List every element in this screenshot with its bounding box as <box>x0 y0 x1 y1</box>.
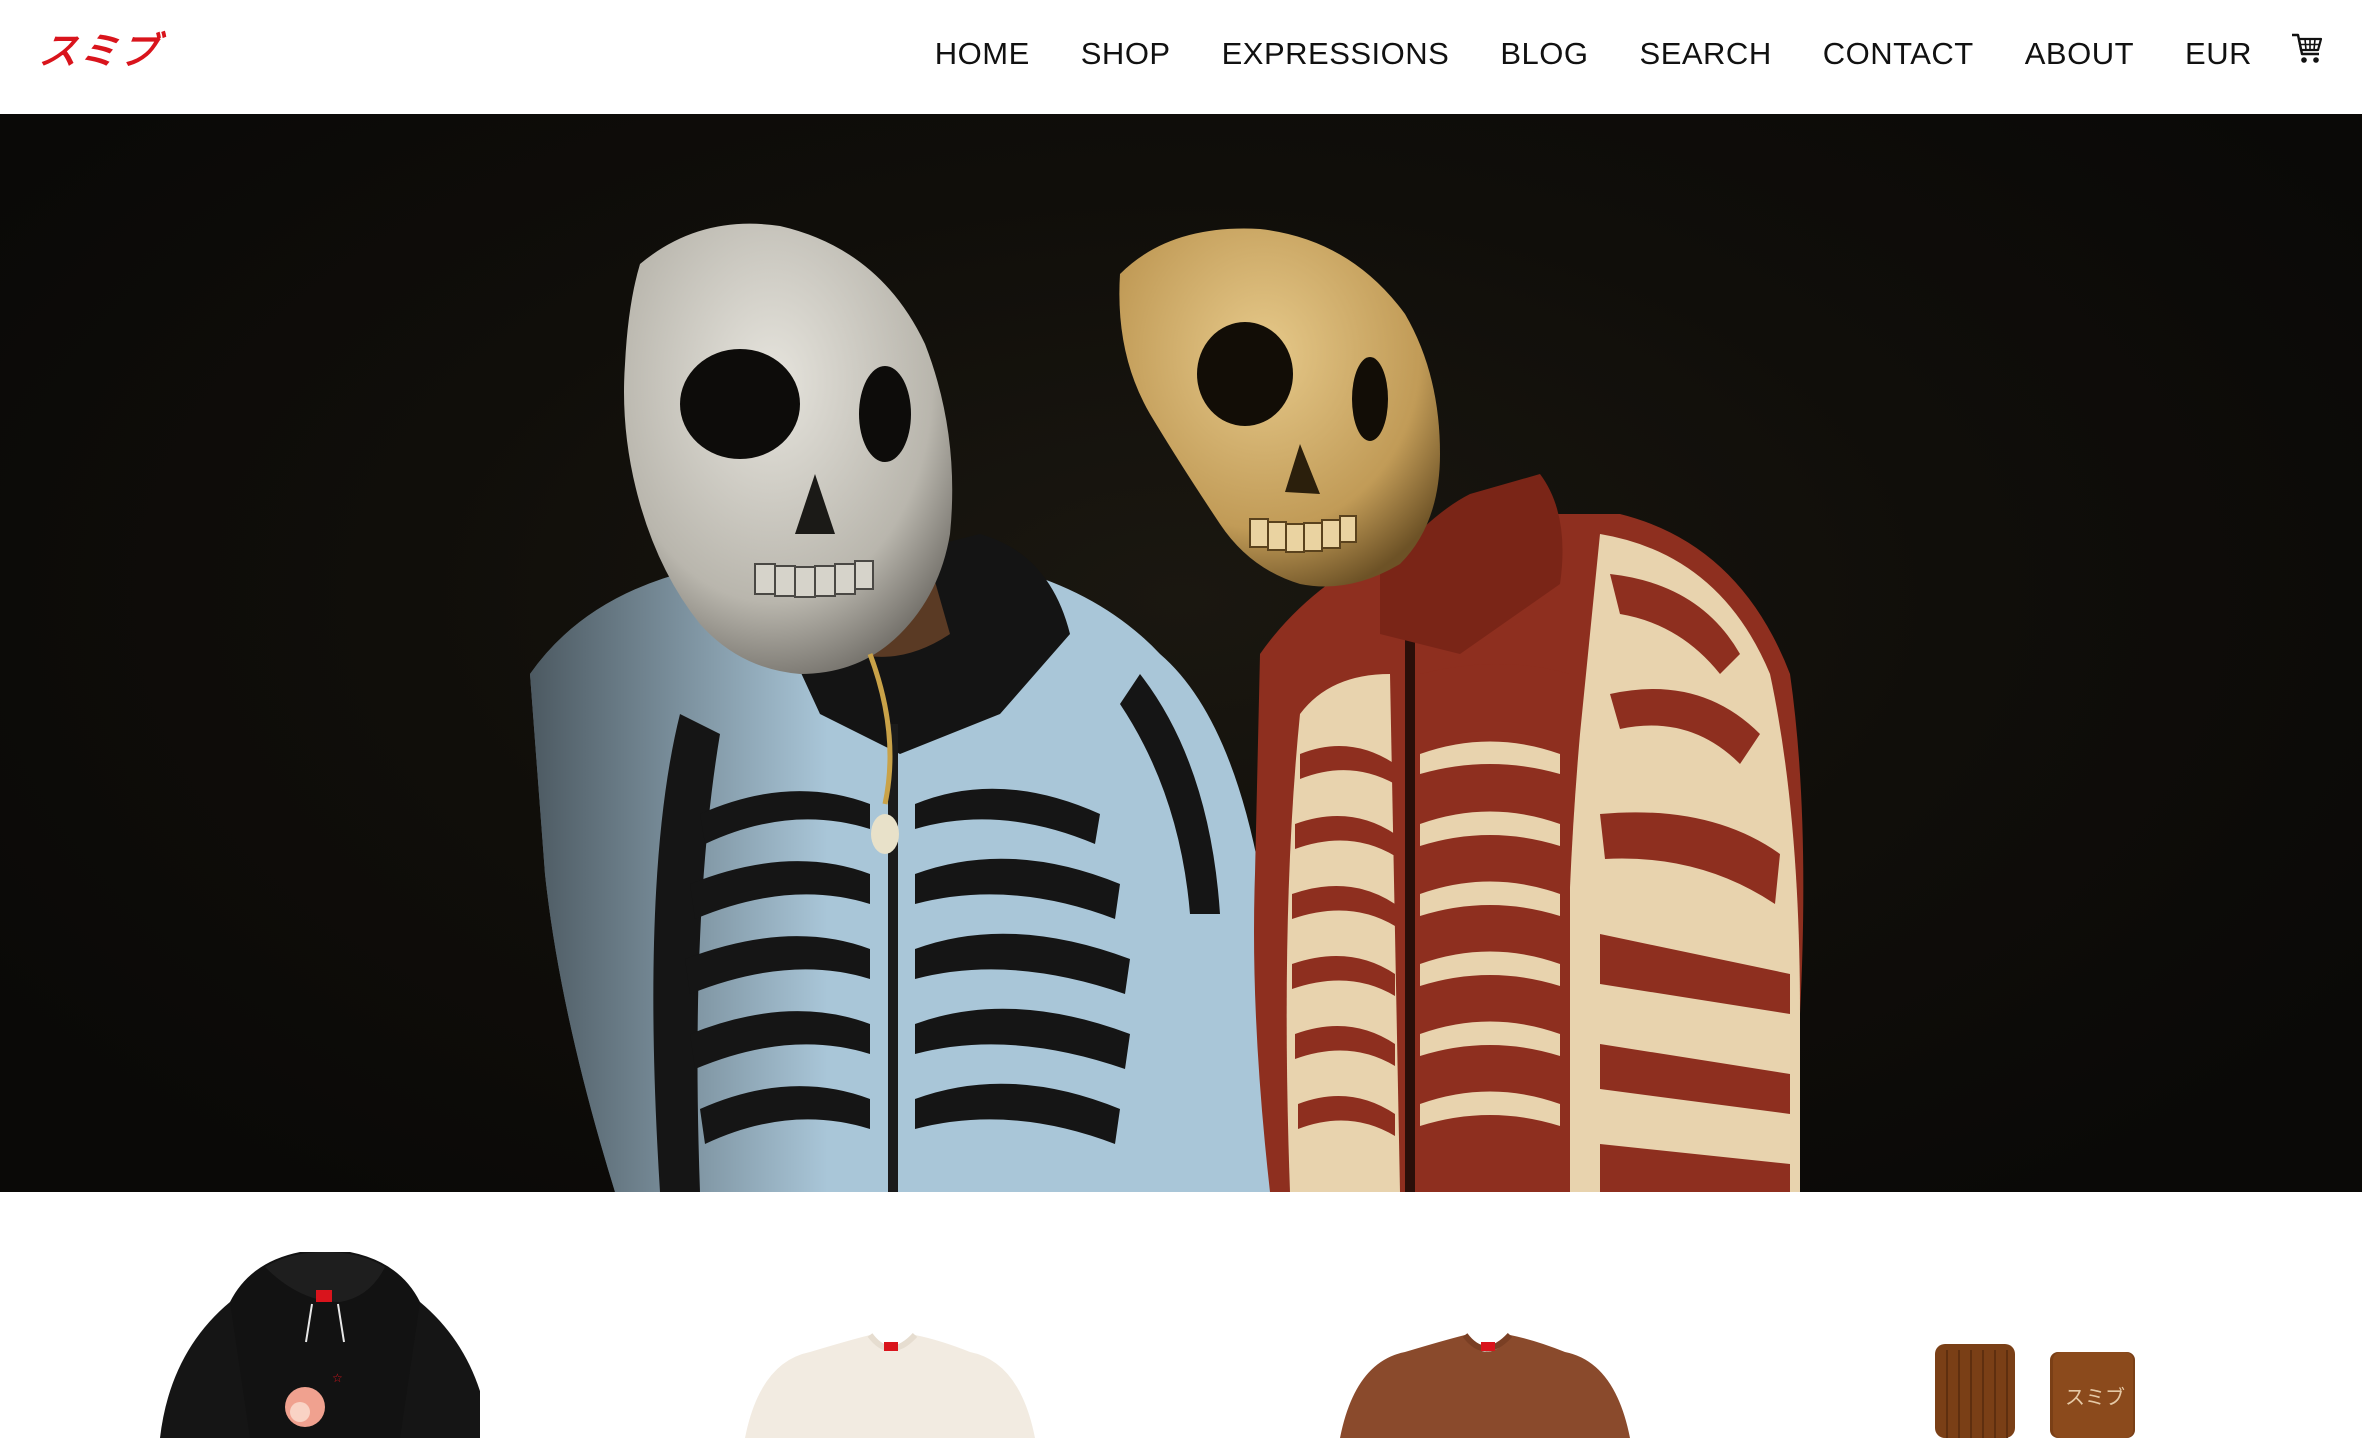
nav-contact[interactable]: CONTACT <box>1823 30 1974 78</box>
product-row: ☆ スミブ <box>0 1192 2362 1438</box>
hero-image <box>530 223 1804 1192</box>
site-header: スミブ HOME SHOP EXPRESSIONS BLOG SEARCH CO… <box>0 0 2362 114</box>
product-card-brown-tee[interactable] <box>1295 1192 1675 1438</box>
nav-home[interactable]: HOME <box>935 30 1030 78</box>
hero-banner[interactable] <box>0 114 2362 1192</box>
product-card-hoodie[interactable]: ☆ <box>100 1192 480 1438</box>
shopping-cart-icon[interactable] <box>2290 30 2324 66</box>
nav-about[interactable]: ABOUT <box>2025 30 2134 78</box>
product-card-cream-tee[interactable] <box>700 1192 1080 1438</box>
nav-blog[interactable]: BLOG <box>1500 30 1588 78</box>
black-hoodie-image: ☆ <box>160 1252 480 1438</box>
currency-selector[interactable]: EUR <box>2185 30 2252 78</box>
product-card-socks[interactable]: スミブ <box>1895 1192 2275 1438</box>
brown-socks-image: スミブ <box>1935 1344 2135 1438</box>
nav-search[interactable]: SEARCH <box>1640 30 1772 78</box>
svg-text:☆: ☆ <box>332 1371 343 1385</box>
nav-shop[interactable]: SHOP <box>1081 30 1171 78</box>
cream-tshirt-image <box>745 1332 1035 1438</box>
main-nav: HOME SHOP EXPRESSIONS BLOG SEARCH CONTAC… <box>935 30 2252 78</box>
sock-print: スミブ <box>2065 1385 2125 1409</box>
nav-expressions[interactable]: EXPRESSIONS <box>1222 30 1450 78</box>
brand-logo[interactable]: スミブ <box>36 26 163 76</box>
brown-tshirt-image <box>1340 1332 1630 1438</box>
